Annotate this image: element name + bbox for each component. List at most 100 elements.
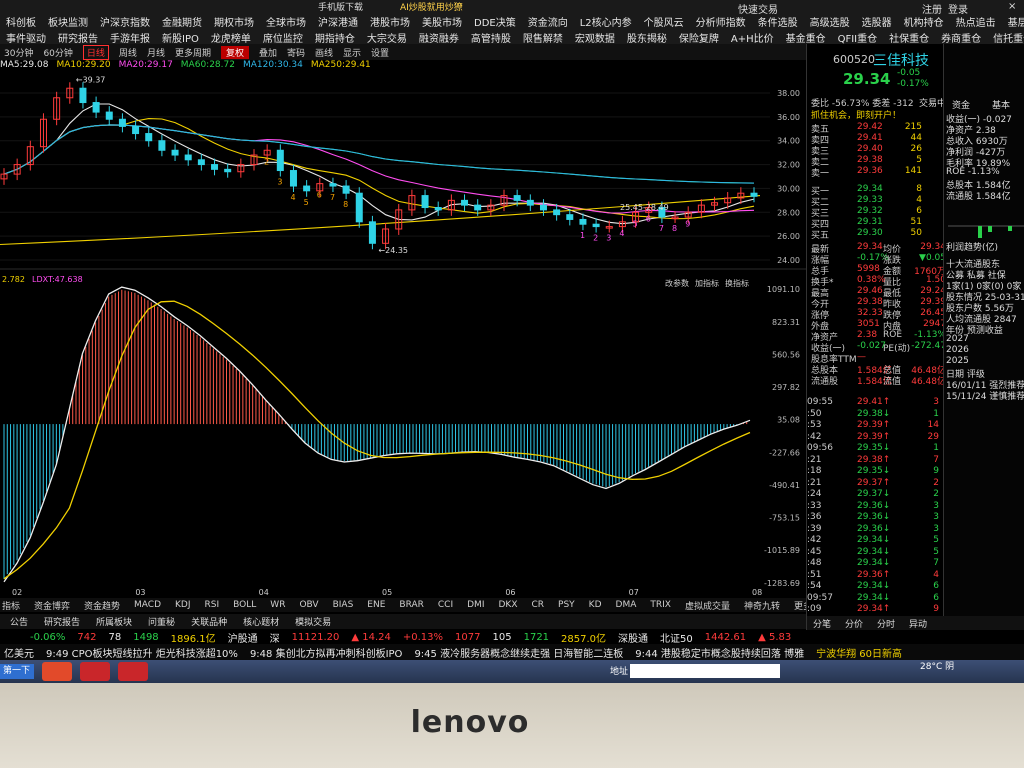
news-item[interactable]: 9:45 液冷服务器概念继续走强 日海智能二连板 [414,645,623,660]
indicator-tab[interactable]: OBV [299,600,318,610]
indicator-tab[interactable]: DMI [467,600,484,610]
bid-row[interactable]: 买五 29.30 50 [811,228,946,241]
info-tab[interactable]: 关联品种 [191,615,227,628]
quote-tab[interactable]: 分时 [877,617,895,630]
tick-time: :36 [807,512,822,522]
info-tab[interactable]: 研究报告 [44,615,80,628]
side-tab[interactable]: 基本 [992,98,1010,111]
stat-row: 最新 29.34 均价 29.34 [811,242,946,255]
indicator-tab[interactable]: KDJ [175,600,191,610]
indicator-tab[interactable]: BRAR [399,600,423,610]
indicator-tab[interactable]: RSI [205,600,220,610]
indicator-tab[interactable]: KD [589,600,602,610]
ai-banner-link[interactable]: AI炒股就用炒獠 [400,0,463,13]
bid-row[interactable]: 买三 29.32 6 [811,206,946,219]
tick-row: 09:55 29.41↑ 3 [807,397,947,409]
index-value: ▲ 5.83 [758,631,792,643]
indicator-tab[interactable]: 指标 [2,599,20,612]
ask-row[interactable]: 卖三 29.40 26 [811,144,946,157]
app-icon[interactable] [80,662,110,681]
y-tick-label: 26.00 [777,232,800,241]
start-button[interactable]: 第一下 [0,664,34,679]
promo-banner[interactable]: 抓住机会，即刻开户！ [811,108,901,121]
last-price: 29.34 [843,70,891,88]
news-item[interactable]: 9:44 港股稳定市概念股持续回落 博雅 [635,645,804,660]
chart-tool-button[interactable]: 设置 [371,46,389,59]
indicator-tool-button[interactable]: 换指标 [725,278,749,288]
info-tab[interactable]: 所属板块 [96,615,132,628]
candle [132,125,140,135]
book-price: 29.32 [857,206,883,216]
indicator-tab[interactable]: BIAS [333,600,354,610]
chart-tool-button[interactable]: 画线 [315,46,333,59]
chart-tool-button[interactable]: 显示 [343,46,361,59]
ask-row[interactable]: 卖一 29.36 141 [811,166,946,179]
candle [355,192,363,223]
indicator-tool-button[interactable]: 改参数 [665,278,689,288]
tick-row: 09:57 29.34↓ 6 [807,593,947,605]
timeframe-tab[interactable]: 更多周期 [175,46,211,59]
quote-tab[interactable]: 分价 [845,617,863,630]
indicator-tab[interactable]: 资金趋势 [84,599,120,612]
app-icon[interactable] [42,662,72,681]
tick-time: 09:57 [807,592,833,603]
ask-row[interactable]: 卖四 29.41 44 [811,133,946,146]
macd-legend-ldxt: LDXT:47.638 [32,275,83,284]
indicator-tab[interactable]: DMA [616,600,637,610]
close-icon[interactable]: × [1008,1,1016,12]
index-value: 1077 [455,631,481,643]
indicator-tab[interactable]: TRIX [650,600,671,610]
news-item[interactable]: 宁波华翔 60日新高 [816,645,902,660]
indicator-tab[interactable]: PSY [558,600,575,610]
timeframe-tab[interactable]: 周线 [119,46,137,59]
indicator-tool-button[interactable]: 加指标 [695,278,719,288]
info-tab[interactable]: 核心题材 [243,615,279,628]
bid-row[interactable]: 买二 29.33 4 [811,195,946,208]
stat-row: 最高 29.46 最低 29.24 [811,286,946,299]
ask-row[interactable]: 卖五 29.42 215 [811,122,946,135]
timeframe-tab[interactable]: 日线 [82,44,109,60]
chart-tool-button[interactable]: 复权 [220,45,249,59]
indicator-tab[interactable]: MACD [134,600,161,610]
weather-widget[interactable]: 28°C 阴 [920,662,954,672]
countdown-label: 2 [593,234,598,243]
candle [329,183,337,187]
side-tab[interactable]: 资金 [952,98,970,111]
phone-download-link[interactable]: 手机版下载 [318,0,363,13]
app-icon[interactable] [118,662,148,681]
address-input[interactable] [630,664,780,678]
news-item[interactable]: 亿美元 [4,645,34,660]
indicator-tab[interactable]: WR [270,600,285,610]
bid-row[interactable]: 买四 29.31 51 [811,217,946,230]
news-item[interactable]: 9:48 集创北方拟再冲刺科创板IPO [250,645,403,660]
index-value: 78 [108,631,122,643]
quote-tab[interactable]: 异动 [909,617,927,630]
ask-row[interactable]: 卖二 29.38 5 [811,155,946,168]
timeframe-tab[interactable]: 60分钟 [43,46,72,59]
indicator-tab[interactable]: ENE [367,600,385,610]
kline-chart[interactable]: 38.00 36.00 34.00 32.00 30.00 28.00 26.00 24.00… [0,73,806,598]
tick-row: :51 29.36↑ 4 [807,570,947,582]
indicator-tab[interactable]: CR [531,600,544,610]
candle [276,149,284,172]
info-tab[interactable]: 问董秘 [148,615,175,628]
indicator-tab[interactable]: 神奇九转 [744,599,780,612]
stat-value: -0.027 [857,341,887,351]
timeframe-tab[interactable]: 30分钟 [4,46,33,59]
info-tab[interactable]: 公告 [10,615,28,628]
indicator-tab[interactable]: 资金博弈 [34,599,70,612]
bid-row[interactable]: 买一 29.34 8 [811,184,946,197]
indicator-tab[interactable]: 虚拟成交量 [685,599,730,612]
quote-tab[interactable]: 分笔 [813,617,831,630]
info-tab[interactable]: 模拟交易 [295,615,331,628]
tick-time: :42 [807,431,822,442]
indicator-tab[interactable]: CCI [438,600,453,610]
indicator-tab[interactable]: DKX [498,600,517,610]
indicator-tab[interactable]: BOLL [233,600,256,610]
timeframe-tab[interactable]: 月线 [147,46,165,59]
chart-tool-button[interactable]: 叠加 [259,46,277,59]
countdown-label: 5 [633,219,638,228]
chart-tool-button[interactable]: 寄码 [287,46,305,59]
news-item[interactable]: 9:49 CPO板块短线拉升 炬光科技涨超10% [46,645,238,660]
stat-row: 总股本 1.584亿 总值 46.48亿 [811,363,946,376]
